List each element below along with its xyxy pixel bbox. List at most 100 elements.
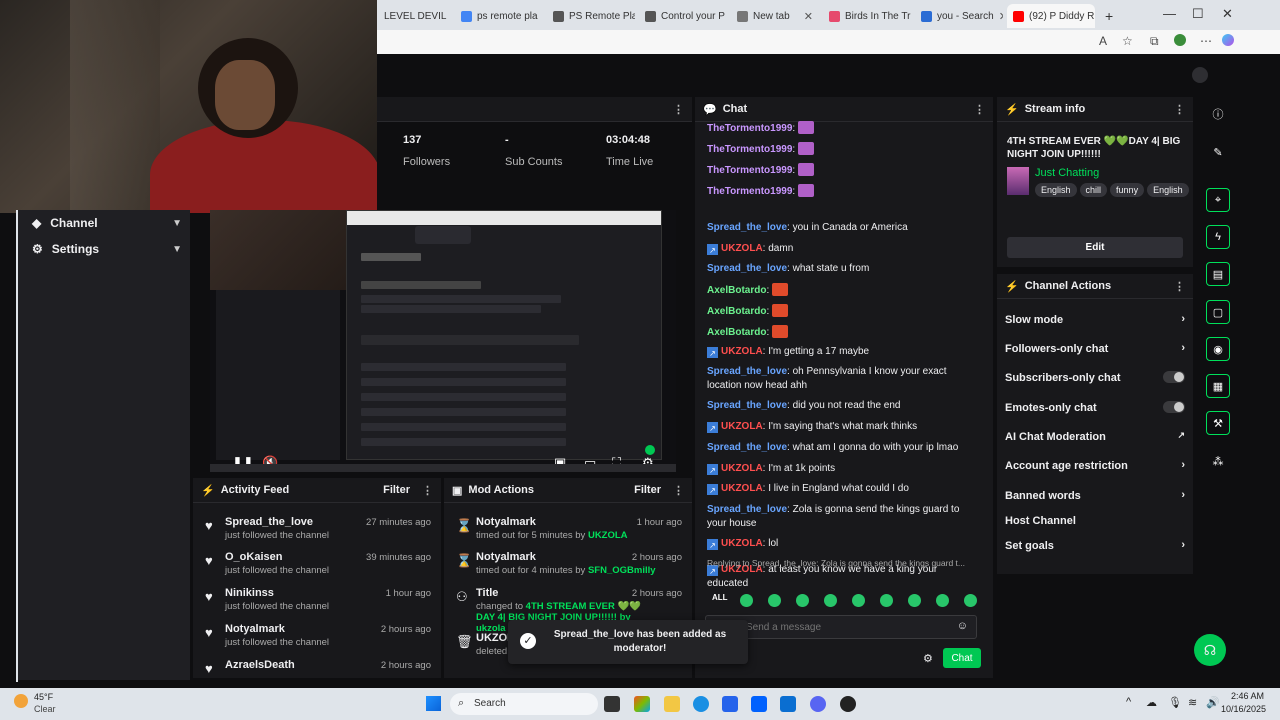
action-slow-mode[interactable]: Slow mode › (1005, 313, 1185, 326)
chat-message[interactable]: Spread_the_love: oh Pennsylvania I know … (707, 365, 977, 393)
chat-username[interactable]: TheTormento1999 (707, 165, 792, 176)
sidebar-item-channel[interactable]: ◆ Channel ▼ (32, 216, 182, 230)
subscribers-only-toggle[interactable] (1163, 371, 1185, 383)
chat-message[interactable]: Spread_the_love: what state u from (707, 262, 977, 276)
chat-username[interactable]: Spread_the_love (707, 400, 787, 411)
list-item[interactable]: ⌛ Notyalmark timed out for 4 minutes by SF… (444, 549, 692, 585)
tag[interactable]: English (1035, 183, 1077, 197)
action-banned-words[interactable]: Banned words › (1005, 489, 1185, 502)
action-ai-moderation[interactable]: AI Chat Moderation ↗ (1005, 430, 1185, 443)
chat-message[interactable]: ↗ UKZOLA: damn (707, 242, 977, 256)
profile-icon[interactable] (1174, 34, 1186, 46)
browser-tab[interactable]: Birds In The Tr✕ (823, 4, 911, 28)
extensions-icon[interactable]: ⧉ (1150, 34, 1159, 49)
list-item[interactable]: ⌛ Notyalmark timed out for 5 minutes by UK… (444, 514, 692, 550)
browser-tab-active[interactable]: (92) P Diddy R✕ (1007, 4, 1095, 28)
chat-username[interactable]: Spread_the_love (707, 263, 787, 274)
chat-message[interactable]: TheTormento1999: (707, 142, 977, 157)
close-window-icon[interactable]: ✕ (1222, 6, 1233, 22)
chat-message[interactable]: ↗ UKZOLA: lol (707, 537, 977, 551)
taskbar-search[interactable]: ⌕ Search (450, 693, 598, 715)
chat-message[interactable]: Spread_the_love: you in Canada or Americ… (707, 221, 977, 235)
emotes-only-toggle[interactable] (1163, 401, 1185, 413)
read-aloud-icon[interactable]: A (1099, 34, 1107, 48)
chat-username[interactable]: UKZOLA (721, 346, 763, 357)
chat-input[interactable] (746, 619, 946, 635)
outlook-icon[interactable] (780, 696, 796, 712)
filter-button[interactable]: Filter (634, 484, 661, 496)
edit-button[interactable]: Edit (1007, 237, 1183, 258)
favorite-star-icon[interactable]: ☆ (1122, 34, 1133, 48)
close-icon[interactable]: ✕ (999, 10, 1003, 23)
emote-shortcut-icon[interactable] (964, 594, 977, 607)
onedrive-icon[interactable]: ☁ (1146, 696, 1157, 709)
scan-icon[interactable]: ⌖ (1206, 188, 1230, 212)
new-tab-button[interactable]: + (1099, 4, 1119, 28)
chat-username[interactable]: UKZOLA (721, 483, 763, 494)
wrench-icon[interactable]: ⚒ (1206, 411, 1230, 435)
chat-icon[interactable]: ▢ (1206, 300, 1230, 324)
more-options-icon[interactable]: ⋮ (673, 484, 684, 497)
tag[interactable]: funny (1110, 183, 1145, 197)
chat-username[interactable]: AxelBotardo (707, 306, 766, 317)
chat-username[interactable]: AxelBotardo (707, 285, 766, 296)
emoji-icon[interactable]: ☺ (957, 620, 968, 632)
filter-button[interactable]: Filter (383, 484, 410, 496)
action-subscribers-only[interactable]: Subscribers-only chat (1005, 371, 1185, 384)
more-options-icon[interactable]: ⋮ (1174, 103, 1185, 116)
chat-username[interactable]: Spread_the_love (707, 222, 787, 233)
emote-shortcut-icon[interactable] (796, 594, 809, 607)
chat-username[interactable]: TheTormento1999 (707, 123, 792, 134)
more-options-icon[interactable]: ⋮ (422, 484, 433, 497)
list-item[interactable]: ♥ O_oKaisen just followed the channel 39 mi… (193, 549, 441, 585)
minimize-icon[interactable]: — (1163, 6, 1176, 21)
browser-tab[interactable]: you - Search ✕ (915, 4, 1003, 28)
chat-username[interactable]: UKZOLA (721, 538, 763, 549)
clock-date[interactable]: 10/16/2025 (1216, 704, 1266, 714)
action-account-age[interactable]: Account age restriction › (1005, 459, 1185, 472)
chat-username[interactable]: Spread_the_love (707, 366, 787, 377)
dropbox-icon[interactable] (751, 696, 767, 712)
chat-username[interactable]: TheTormento1999 (707, 144, 792, 155)
task-view-icon[interactable] (604, 696, 620, 712)
windows-start-icon[interactable] (426, 696, 441, 711)
copilot-icon[interactable] (1222, 34, 1234, 46)
sidebar-item-settings[interactable]: ⚙ Settings ▼ (32, 242, 182, 256)
pencil-icon[interactable]: ✎ (1206, 140, 1230, 164)
action-set-goals[interactable]: Set goals › (1005, 539, 1185, 552)
help-button[interactable]: ☊ (1194, 634, 1226, 666)
broadcast-icon[interactable]: ◉ (1206, 337, 1230, 361)
microphone-icon[interactable]: 🎙 (1168, 696, 1182, 709)
stream-preview[interactable]: ❚❚ 🔇 ▣ ▭ ⛶ ⚙ (210, 210, 676, 472)
chat-message[interactable]: TheTormento1999: (707, 121, 977, 136)
chat-message[interactable]: AxelBotardo: (707, 325, 977, 340)
clock-time[interactable]: 2:46 AM (1224, 691, 1264, 701)
all-emotes-icon[interactable]: ALL (712, 593, 728, 606)
more-icon[interactable]: ⋯ (1200, 34, 1212, 48)
browser-tab[interactable]: PS Remote Pla✕ (547, 4, 635, 28)
browser-tab[interactable]: New tab ✕ (731, 4, 819, 28)
list-item[interactable]: ♥ Notyalmark just followed the channel 2 ho… (193, 621, 441, 657)
action-followers-only[interactable]: Followers-only chat › (1005, 342, 1185, 355)
emote-shortcut-icon[interactable] (768, 594, 781, 607)
info-icon[interactable]: ⓘ (1206, 102, 1230, 126)
store-icon[interactable] (722, 696, 738, 712)
emote-shortcut-icon[interactable] (740, 594, 753, 607)
tag[interactable]: English (1147, 183, 1189, 197)
chat-message[interactable]: AxelBotardo: (707, 283, 977, 298)
browser-tab[interactable]: LEVEL DEVIL - (378, 4, 448, 28)
close-icon[interactable]: ✕ (804, 10, 813, 23)
bolt-icon[interactable]: ϟ (1206, 225, 1230, 249)
chat-message[interactable]: ↗ UKZOLA: I'm saying that's what mark thi… (707, 420, 977, 434)
copilot-app-icon[interactable] (634, 696, 650, 712)
tag[interactable]: chill (1079, 183, 1108, 197)
chat-message[interactable]: Spread_the_love: what am I gonna do with… (707, 441, 977, 455)
chat-send-button[interactable]: Chat (943, 648, 981, 668)
chat-username[interactable]: UKZOLA (721, 421, 763, 432)
chat-settings-icon[interactable]: ⚙ (923, 652, 933, 665)
chat-username[interactable]: UKZOLA (721, 243, 763, 254)
chat-username[interactable]: TheTormento1999 (707, 186, 792, 197)
app-icon[interactable] (840, 696, 856, 712)
emote-shortcut-icon[interactable] (908, 594, 921, 607)
browser-tab[interactable]: Control your P✕ (639, 4, 727, 28)
